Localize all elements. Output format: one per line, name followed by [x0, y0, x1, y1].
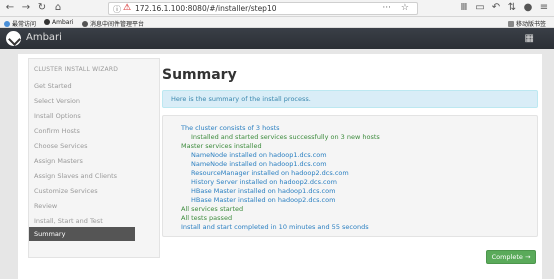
menu-icon[interactable]: ≡ — [538, 2, 550, 14]
summary-line: HBase Master installed on hadoop1.dcs.co… — [191, 187, 336, 195]
page-title: Summary — [162, 67, 237, 83]
globe-icon — [82, 21, 88, 27]
bookmark-item[interactable]: Ambari — [44, 19, 74, 26]
sync-icon[interactable]: ⇅ — [506, 2, 518, 14]
forward-icon[interactable]: → — [20, 2, 32, 14]
summary-line: All services started — [181, 205, 244, 213]
summary-line: HBase Master installed on hadoop2.dcs.co… — [191, 196, 336, 204]
summary-line: NameNode installed on hadoop1.dcs.com — [191, 160, 327, 168]
wizard-step-choose-services[interactable]: Choose Services — [29, 139, 159, 153]
insecure-icon: ⚠ — [123, 3, 132, 13]
browser-toolbar: ← → ↻ ⌂ ⓘ ⚠ 172.16.1.100:8080/#/installe… — [0, 0, 554, 17]
address-bar[interactable]: ⓘ ⚠ 172.16.1.100:8080/#/installer/step10… — [108, 2, 418, 15]
summary-line: Install and start completed in 10 minute… — [181, 223, 369, 231]
brand-name[interactable]: Ambari — [26, 32, 62, 43]
bookmark-item[interactable]: 消息中间件管理平台 — [82, 19, 144, 28]
globe-icon — [44, 19, 50, 25]
wizard-step-confirm-hosts[interactable]: Confirm Hosts — [29, 124, 159, 138]
back-icon[interactable]: ← — [4, 2, 16, 14]
summary-line: History Server installed on hadoop2.dcs.… — [191, 178, 337, 186]
library-icon[interactable]: Ⅲ — [458, 2, 470, 14]
bookmark-star-icon[interactable]: ☆ — [401, 3, 409, 13]
page-actions-icon[interactable]: ··· — [382, 3, 391, 13]
summary-line: The cluster consists of 3 hosts — [181, 124, 280, 132]
wizard-step-summary[interactable]: Summary — [29, 227, 135, 241]
sidebar-icon[interactable]: ▭ — [474, 2, 486, 14]
wizard-step-review[interactable]: Review — [29, 199, 159, 213]
mobile-bookmarks[interactable]: 移动版书签 — [508, 19, 546, 28]
wizard-step-assign-masters[interactable]: Assign Masters — [29, 154, 159, 168]
complete-button[interactable]: Complete → — [486, 250, 536, 264]
app-header: Ambari ▦ — [0, 28, 554, 49]
page-container: CLUSTER INSTALL WIZARD Get Started Selec… — [18, 54, 542, 279]
wizard-step-install-start-test[interactable]: Install, Start and Test — [29, 214, 159, 228]
wizard-step-assign-slaves[interactable]: Assign Slaves and Clients — [29, 169, 159, 183]
wizard-step-get-started[interactable]: Get Started — [29, 79, 159, 93]
summary-box: The cluster consists of 3 hosts Installe… — [162, 115, 538, 237]
bookmark-item[interactable]: 最常访问 — [4, 19, 36, 28]
wizard-sidebar: CLUSTER INSTALL WIZARD Get Started Selec… — [28, 58, 160, 258]
undo-icon[interactable]: ↶ — [490, 2, 502, 14]
ambari-logo-icon[interactable] — [6, 31, 21, 46]
main-content: Summary Here is the summary of the insta… — [162, 62, 540, 272]
url-text[interactable]: 172.16.1.100:8080/#/installer/step10 — [135, 4, 277, 13]
bookmark-icon — [4, 21, 10, 27]
summary-line: NameNode installed on hadoop1.dcs.com — [191, 151, 327, 159]
summary-line: All tests passed — [181, 214, 233, 222]
summary-line: ResourceManager installed on hadoop2.dcs… — [191, 169, 349, 177]
views-grid-icon[interactable]: ▦ — [525, 33, 534, 44]
summary-line: Installed and started services successfu… — [191, 133, 380, 141]
folder-icon — [508, 21, 514, 27]
wizard-step-install-options[interactable]: Install Options — [29, 109, 159, 123]
summary-line: Master services installed — [181, 142, 262, 150]
wizard-step-customize-services[interactable]: Customize Services — [29, 184, 159, 198]
home-icon[interactable]: ⌂ — [52, 2, 64, 14]
reload-icon[interactable]: ↻ — [36, 2, 48, 14]
wizard-title: CLUSTER INSTALL WIZARD — [34, 66, 119, 73]
chat-icon[interactable]: ● — [522, 2, 534, 14]
info-icon[interactable]: ⓘ — [113, 4, 121, 15]
bookmarks-bar: 最常访问 Ambari 消息中间件管理平台 移动版书签 — [0, 17, 554, 28]
wizard-step-select-version[interactable]: Select Version — [29, 94, 159, 108]
info-alert: Here is the summary of the install proce… — [162, 90, 538, 108]
